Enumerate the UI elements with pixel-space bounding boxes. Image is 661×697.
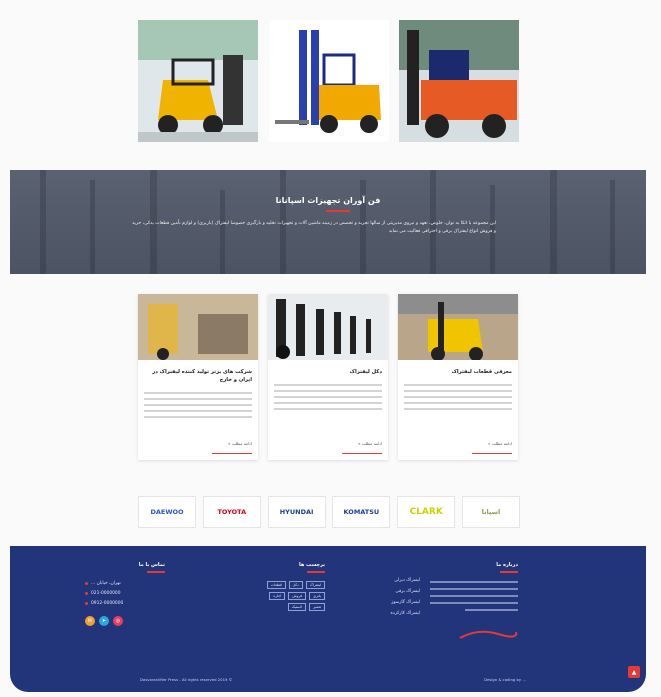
article-title[interactable]: شرکت های برتر تولید کننده لیفتراک در ایر…: [144, 368, 252, 384]
copyright-text: Dasvaranlifter Press - All rights reserv…: [140, 677, 233, 682]
instagram-icon[interactable]: ◎: [113, 615, 123, 626]
article-image[interactable]: [138, 294, 258, 360]
title-underline: [147, 571, 165, 573]
about-title: فن آوران تجهیزات اسپانانا: [275, 196, 381, 205]
gallery-image-orange-forklift[interactable]: [399, 20, 519, 142]
page: فن آوران تجهیزات اسپانانا این مجموعه با …: [0, 0, 661, 697]
brand-logo-clark[interactable]: CLARK: [397, 496, 456, 528]
article-image[interactable]: [268, 294, 388, 360]
tag-link[interactable]: قطعات: [266, 580, 286, 589]
site-footer: تماس با ما تهران، خیابان ... 021-0000000…: [10, 546, 646, 692]
about-banner: فن آوران تجهیزات اسپانانا این مجموعه با …: [10, 170, 646, 274]
forklift-gallery: [138, 20, 519, 142]
article-excerpt: [274, 380, 382, 414]
brand-logo-hyundai[interactable]: HYUNDAI: [267, 496, 326, 528]
footer-about-text: [430, 580, 518, 611]
telegram-icon[interactable]: ➤: [99, 615, 109, 626]
tag-link[interactable]: دکل: [288, 580, 303, 589]
brand-name: KOMATSU: [343, 508, 380, 516]
footer-link[interactable]: لیفتراک گازسوز: [350, 600, 420, 605]
brand-name: TOYOTA: [217, 508, 247, 516]
footer-about-title: درباره ما: [496, 562, 518, 568]
brand-logo-daewoo[interactable]: DAEWOO: [138, 496, 196, 528]
read-more-link[interactable]: ادامه مطلب »: [228, 441, 252, 446]
about-title-underline: [326, 210, 350, 212]
title-underline: [307, 571, 325, 573]
footer-logo: [459, 630, 518, 639]
footer-link[interactable]: لیفتراک دیزلی: [350, 578, 420, 583]
design-credit: Design & coding by ...: [484, 677, 526, 682]
contact-mobile[interactable]: 0912-0000000: [85, 601, 165, 606]
read-more-underline: [472, 452, 512, 454]
brand-name: CLARK: [409, 507, 443, 517]
gallery-image-yellow-forklift[interactable]: [138, 20, 258, 142]
mobile-icon: [85, 601, 88, 605]
contact-phone[interactable]: 021-0000000: [85, 591, 165, 596]
footer-contact: تماس با ما تهران، خیابان ... 021-0000000…: [85, 562, 165, 626]
footer-links: لیفتراک دیزلی لیفتراک برقی لیفتراک گازسو…: [350, 562, 421, 622]
gallery-image-blue-forklift[interactable]: [268, 20, 389, 142]
read-more-underline: [342, 452, 382, 454]
tag-link[interactable]: باتری: [309, 591, 325, 600]
brand-logo-komatsu[interactable]: KOMATSU: [332, 496, 391, 528]
footer-tags-title: برچسب ها: [298, 562, 325, 568]
about-text: این مجموعه با اتکا به توان، خلوص، تعهد و…: [132, 221, 496, 234]
brand-name: HYUNDAI: [279, 508, 314, 516]
location-icon: [85, 581, 88, 585]
article-card[interactable]: معرفی قطعات لیفتراک ادامه مطلب »: [398, 294, 518, 460]
read-more-link[interactable]: ادامه مطلب »: [358, 441, 382, 446]
article-title[interactable]: دکل لیفتراک: [274, 368, 382, 376]
brand-logo-toyota[interactable]: TOYOTA: [202, 496, 261, 528]
article-title[interactable]: معرفی قطعات لیفتراک: [404, 368, 512, 376]
tag-cloud: لیفتراک دکل قطعات باتری فروش اجاره تعمیر…: [255, 580, 325, 611]
article-excerpt: [404, 380, 512, 414]
brand-name: اسپانا: [481, 508, 501, 516]
footer-about: درباره ما: [430, 562, 518, 644]
contact-address: تهران، خیابان ...: [85, 581, 165, 586]
footer-link[interactable]: لیفتراک برقی: [350, 589, 420, 594]
contact-phone-text[interactable]: 021-0000000: [91, 591, 121, 596]
read-more-underline: [212, 452, 252, 454]
contact-mobile-text[interactable]: 0912-0000000: [91, 601, 123, 606]
phone-icon: [85, 591, 88, 595]
tag-link[interactable]: تعمیر: [309, 602, 325, 611]
article-cards: شرکت های برتر تولید کننده لیفتراک در ایر…: [138, 294, 518, 460]
footer-tags: برچسب ها لیفتراک دکل قطعات باتری فروش اج…: [245, 562, 325, 611]
tag-link[interactable]: فروش: [288, 591, 307, 600]
back-to-top-button[interactable]: ▲: [628, 666, 640, 678]
copyright-bar: Dasvaranlifter Press - All rights reserv…: [140, 677, 526, 682]
read-more-link[interactable]: ادامه مطلب »: [488, 441, 512, 446]
brand-name: DAEWOO: [150, 508, 184, 516]
footer-link[interactable]: لیفتراک کارکرده: [350, 611, 421, 616]
article-card[interactable]: دکل لیفتراک ادامه مطلب »: [268, 294, 388, 460]
social-links: ◎ ➤ ✉: [85, 615, 165, 626]
brand-logos: DAEWOO TOYOTA HYUNDAI KOMATSU CLARK اسپا…: [138, 496, 520, 528]
tag-link[interactable]: اجاره: [269, 591, 286, 600]
title-underline: [500, 571, 518, 573]
contact-address-text: تهران، خیابان ...: [91, 580, 121, 586]
article-image[interactable]: [398, 294, 518, 360]
footer-contact-title: تماس با ما: [138, 562, 165, 568]
email-icon[interactable]: ✉: [85, 615, 95, 626]
tag-link[interactable]: لیفتراک: [305, 580, 325, 589]
tag-link[interactable]: لاستیک: [287, 602, 307, 611]
brand-logo-espana[interactable]: اسپانا: [461, 496, 520, 528]
article-card[interactable]: شرکت های برتر تولید کننده لیفتراک در ایر…: [138, 294, 258, 460]
article-excerpt: [144, 388, 252, 422]
